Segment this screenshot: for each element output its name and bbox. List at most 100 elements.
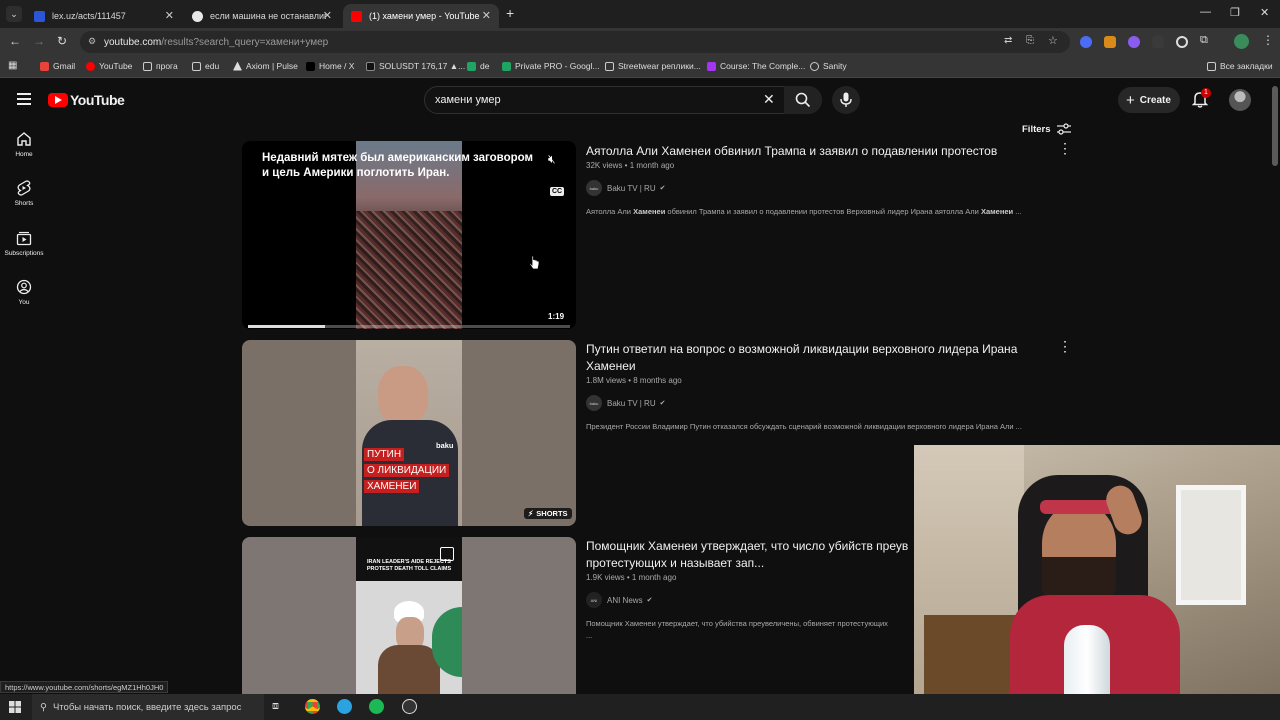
address-host: youtube.com (104, 36, 162, 48)
axiom-icon (233, 61, 242, 71)
close-tab-icon[interactable]: ✕ (165, 9, 174, 22)
search-icon (795, 92, 811, 108)
plus-icon: + (1126, 91, 1135, 109)
reload-icon[interactable]: ↻ (57, 34, 67, 48)
filters-button[interactable]: Filters (1022, 123, 1071, 135)
more-actions-icon[interactable]: ⋮ (1058, 338, 1072, 355)
sidebar-item-shorts[interactable]: Shorts (0, 180, 48, 207)
extension-icon[interactable] (1128, 36, 1140, 48)
bookmark-folder-edu[interactable]: edu (192, 61, 219, 71)
account-avatar[interactable] (1229, 89, 1251, 111)
search-button[interactable] (784, 86, 822, 114)
google-favicon-icon (192, 10, 203, 22)
webcam-overlay (914, 445, 1280, 720)
address-path: /results?search_query=хамени+умер (161, 36, 329, 48)
tab-search[interactable]: если машина не останавлива ✕ (184, 4, 340, 28)
extension-icon[interactable] (1176, 36, 1188, 48)
menu-icon[interactable] (17, 93, 31, 105)
you-icon (16, 279, 32, 295)
new-tab-button[interactable]: + (506, 5, 514, 21)
page-scrollbar[interactable] (1272, 86, 1278, 166)
minimize-icon[interactable]: — (1200, 6, 1211, 18)
video-thumbnail-2[interactable]: baku ПУТИН О ЛИКВИДАЦИИ ХАМЕНЕИ ⚡︎ SHORT… (242, 340, 576, 526)
extension-icon[interactable] (1152, 36, 1164, 48)
home-icon (17, 132, 31, 146)
all-bookmarks[interactable]: Все закладки (1207, 61, 1273, 71)
telegram-taskbar-icon[interactable] (337, 699, 352, 714)
ani-logo-icon (440, 547, 454, 561)
thumbnail-caption-line: О ЛИКВИДАЦИИ (364, 464, 450, 477)
close-tab-icon[interactable]: ✕ (323, 9, 332, 22)
thumbnail-caption: IRAN LEADER'S AIDE REJECTS PROTEST DEATH… (366, 559, 452, 572)
notifications-button[interactable]: 1 (1191, 88, 1211, 113)
tab-search-button[interactable]: ⌄ (6, 6, 22, 22)
video-thumbnail-3[interactable]: IRAN LEADER'S AIDE REJECTS PROTEST DEATH… (242, 537, 576, 694)
extension-icon[interactable] (1104, 36, 1116, 48)
bookmark-youtube[interactable]: YouTube (86, 61, 132, 71)
bookmark-x[interactable]: Home / X (306, 61, 354, 71)
bookmark-gmail[interactable]: Gmail (40, 61, 75, 71)
video-description-1: Аятолла Али Хаменеи обвинил Трампа и зая… (586, 207, 1022, 216)
bookmark-streetwear[interactable]: Streetwear реплики... (605, 61, 701, 71)
captions-button[interactable]: CC (550, 187, 565, 196)
youtube-logo[interactable]: YouTube (48, 92, 125, 108)
profile-avatar[interactable] (1234, 34, 1249, 49)
playback-progress-track[interactable] (248, 325, 570, 328)
sheets-icon (502, 61, 511, 71)
taskbar-search-input[interactable]: ⚲ Чтобы начать поиск, введите здесь запр… (32, 694, 264, 720)
sidebar-item-you[interactable]: You (0, 279, 48, 306)
video-thumbnail-1[interactable]: Недавний мятеж был американским заговоро… (242, 141, 576, 329)
bookmark-course[interactable]: Course: The Comple... (707, 61, 805, 71)
video-meta-1: 32K views • 1 month ago (586, 161, 675, 170)
bookmark-private-pro[interactable]: Private PRO - Googl... (502, 61, 600, 71)
forward-icon[interactable]: → (33, 34, 45, 48)
search-input[interactable]: хамени умер ✕ (424, 86, 822, 114)
tab-lex[interactable]: lex.uz/acts/111457 ✕ (26, 4, 182, 28)
bookmark-axiom[interactable]: Axiom | Pulse (233, 61, 298, 71)
sidebar-item-subscriptions[interactable]: Subscriptions (0, 230, 48, 257)
back-icon[interactable]: ← (9, 34, 21, 48)
bookmark-folder-proga[interactable]: прога (143, 61, 178, 71)
video-title-3[interactable]: Помощник Хаменеи утверждает, что число у… (586, 538, 916, 572)
thumbnail-image (356, 340, 462, 526)
translate-icon[interactable]: ⇄ (1004, 35, 1012, 46)
spotify-taskbar-icon[interactable] (369, 699, 384, 714)
tradingview-icon (366, 61, 375, 71)
bookmark-star-icon[interactable]: ☆ (1048, 34, 1058, 47)
video-title-1[interactable]: Аятолла Али Хаменеи обвинил Трампа и зая… (586, 143, 1036, 160)
extension-icon[interactable] (1080, 36, 1092, 48)
address-bar[interactable]: ⚙ youtube.com/results?search_query=хамен… (80, 31, 1070, 53)
close-window-icon[interactable]: ✕ (1260, 6, 1269, 19)
restore-icon[interactable]: ❐ (1230, 6, 1240, 19)
apps-grid-icon[interactable]: ▦ (8, 60, 17, 71)
task-view-icon[interactable]: ⧈ (272, 700, 279, 713)
thumbnail-caption-line: ХАМЕНЕИ (364, 480, 420, 493)
video-title-2[interactable]: Путин ответил на вопрос о возможной ликв… (586, 341, 1036, 375)
channel-3[interactable]: ANI ANI News ✔ (586, 592, 652, 608)
bookmark-de[interactable]: de (467, 61, 489, 71)
gmail-icon (40, 61, 49, 71)
chrome-taskbar-icon[interactable] (305, 699, 320, 714)
channel-1[interactable]: baku Baku TV | RU ✔ (586, 180, 666, 196)
microphone-icon (840, 92, 852, 107)
site-info-icon[interactable]: ⚙ (88, 36, 96, 47)
channel-2[interactable]: baku Baku TV | RU ✔ (586, 395, 666, 411)
clear-search-icon[interactable]: ✕ (763, 91, 775, 108)
voice-search-button[interactable] (832, 86, 860, 114)
chrome-menu-icon[interactable]: ⋮ (1262, 33, 1274, 47)
bookmarks-bar: ▦ Gmail YouTube прога edu Axiom | Pulse … (0, 56, 1280, 78)
tab-youtube[interactable]: (1) хамени умер - YouTube ✕ (343, 4, 499, 28)
bookmark-solusdt[interactable]: SOLUSDT 176,17 ▲... (366, 61, 465, 71)
sidebar-item-home[interactable]: Home (0, 131, 48, 158)
verified-icon: ✔ (659, 185, 666, 192)
create-button[interactable]: + Create (1118, 87, 1180, 113)
mute-icon[interactable]: 🔇︎ (548, 152, 556, 167)
bookmark-sanity[interactable]: Sanity (810, 61, 847, 71)
windows-start-icon[interactable] (9, 701, 21, 713)
channel-avatar: baku (586, 180, 602, 196)
close-tab-icon[interactable]: ✕ (482, 9, 491, 22)
obs-taskbar-icon[interactable] (402, 699, 417, 714)
install-icon[interactable]: ⎘ (1026, 35, 1034, 46)
extensions-puzzle-icon[interactable]: ⧉ (1200, 34, 1208, 47)
more-actions-icon[interactable]: ⋮ (1058, 140, 1072, 157)
